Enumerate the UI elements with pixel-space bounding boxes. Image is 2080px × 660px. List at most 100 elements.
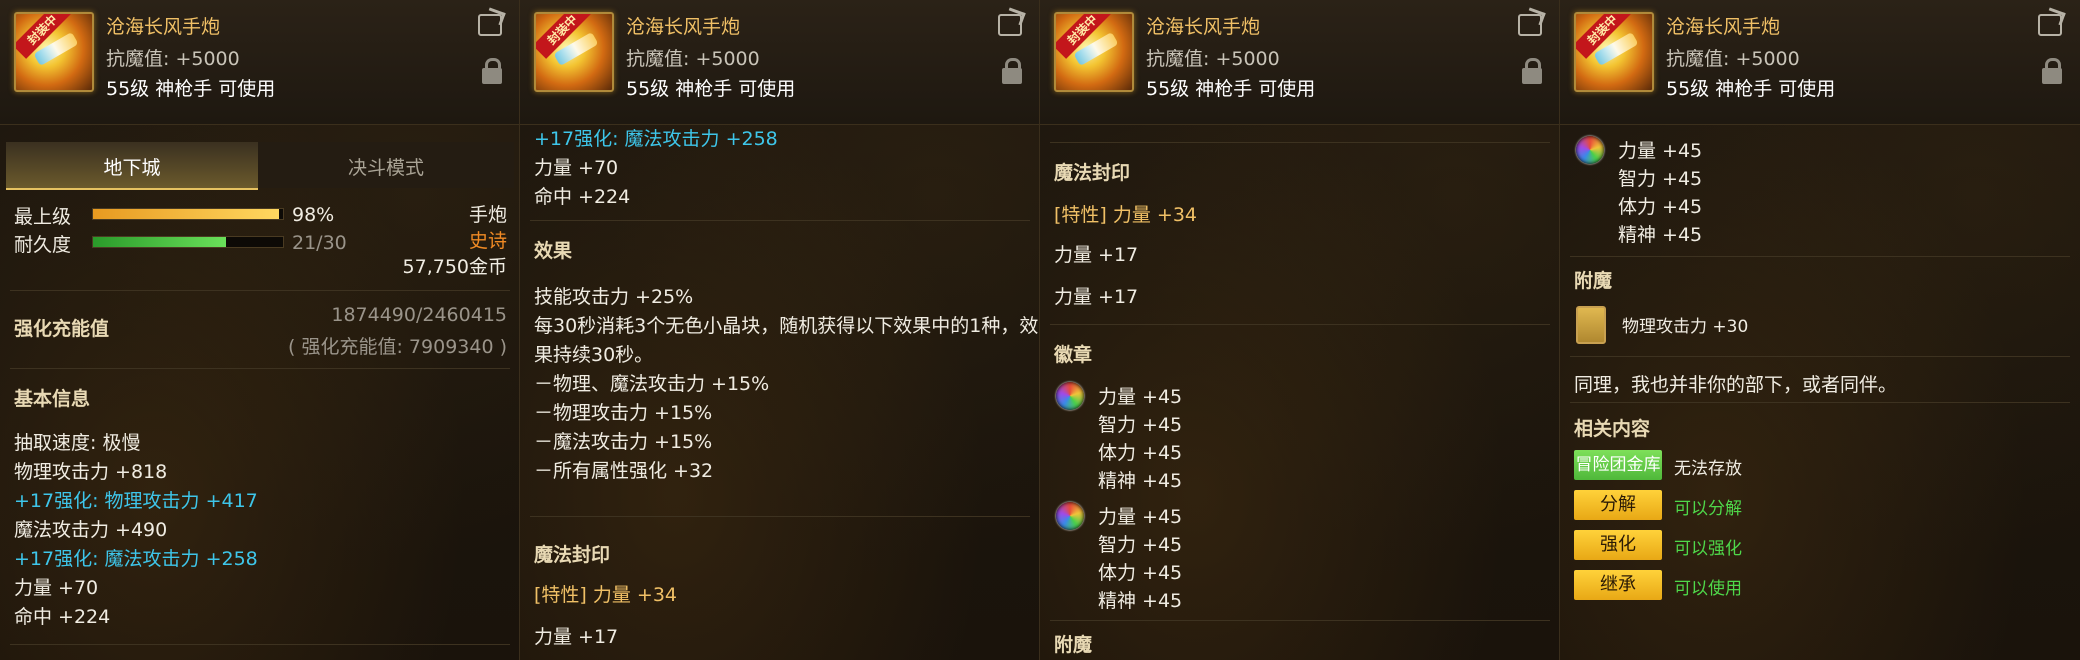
emblem-line: 智力 +45 — [1098, 414, 1183, 436]
enhance-button[interactable]: 强化 — [1574, 530, 1662, 560]
effect-line: 每30秒消耗3个无色小晶块，随机获得以下效果中的1种，效 — [534, 315, 1039, 337]
seal-line: 力量 +17 — [534, 626, 619, 648]
emblem-line: 精神 +45 — [1618, 224, 1703, 246]
emblem-line: 精神 +45 — [1098, 590, 1183, 612]
seal-trait: [特性] 力量 +34 — [534, 584, 678, 606]
tab-pvp[interactable]: 决斗模式 — [258, 142, 514, 188]
emblem-orb-icon — [1576, 136, 1604, 164]
item-requirement: 55级 神枪手 可使用 — [1666, 78, 1836, 100]
item-rarity: 史诗 — [468, 230, 507, 252]
item-name: 沧海长风手炮 — [1666, 16, 1781, 38]
related-status: 可以强化 — [1674, 539, 1742, 559]
item-name: 沧海长风手炮 — [626, 16, 741, 38]
share-icon[interactable] — [998, 14, 1022, 36]
item-header: 封装中 沧海长风手炮 抗魔值: +5000 55级 神枪手 可使用 — [1560, 0, 2080, 125]
grade-value: 98% — [292, 204, 335, 226]
grade-bar — [92, 208, 284, 220]
related-status: 可以使用 — [1674, 579, 1742, 599]
share-icon[interactable] — [2038, 14, 2062, 36]
divider — [530, 516, 1030, 517]
effect-line: 果持续30秒。 — [534, 344, 654, 366]
tab-pvp-label: 决斗模式 — [347, 157, 424, 179]
tooltip-panel-3: 封装中 沧海长风手炮 抗魔值: +5000 55级 神枪手 可使用 魔法封印 [… — [1040, 0, 1560, 660]
disassemble-button[interactable]: 分解 — [1574, 490, 1662, 520]
emblem-line: 力量 +45 — [1098, 506, 1183, 528]
item-icon: 封装中 — [1574, 12, 1654, 92]
emblem-orb-icon — [1056, 502, 1084, 530]
adventure-vault-button[interactable]: 冒险团金库 — [1574, 450, 1662, 480]
item-header: 封装中 沧海长风手炮 抗魔值: +5000 55级 神枪手 可使用 — [520, 0, 1039, 125]
lock-icon[interactable] — [1002, 58, 1022, 84]
stat-line: 命中 +224 — [534, 186, 631, 208]
tooltip-strip: 封装中 沧海长风手炮 抗魔值: +5000 55级 神枪手 可使用 地下城 决斗… — [0, 0, 2080, 660]
tab-dungeon[interactable]: 地下城 — [6, 142, 258, 190]
lock-icon[interactable] — [2042, 58, 2062, 84]
emblem-line: 体力 +45 — [1098, 562, 1183, 584]
durability-label: 耐久度 — [14, 234, 72, 256]
item-type: 手炮 — [468, 204, 507, 226]
emblem-line: 智力 +45 — [1098, 534, 1183, 556]
effect-line: －物理攻击力 +15% — [534, 402, 713, 424]
item-stat: 抗魔值: +5000 — [626, 48, 760, 70]
charge-label: 强化充能值 — [14, 318, 110, 340]
durability-value: 21/30 — [292, 232, 347, 254]
divider — [1570, 356, 2070, 357]
durability-bar — [92, 236, 284, 248]
emblem-line: 体力 +45 — [1618, 196, 1703, 218]
inherit-button[interactable]: 继承 — [1574, 570, 1662, 600]
enchant-line: 物理攻击力 +30 — [1622, 317, 1749, 337]
basic-line: 抽取速度: 极慢 — [14, 432, 141, 454]
lock-icon[interactable] — [482, 58, 502, 84]
durability-bar-fill — [93, 237, 226, 247]
item-header: 封装中 沧海长风手炮 抗魔值: +5000 55级 神枪手 可使用 — [0, 0, 519, 125]
item-price: 57,750金币 — [402, 256, 507, 278]
related-status: 可以分解 — [1674, 499, 1742, 519]
divider — [1050, 324, 1550, 325]
divider — [10, 290, 510, 291]
item-icon: 封装中 — [534, 12, 614, 92]
stat-line: 力量 +70 — [534, 157, 619, 179]
item-requirement: 55级 神枪手 可使用 — [106, 78, 276, 100]
effect-line: －物理、魔法攻击力 +15% — [534, 373, 770, 395]
basic-line: 力量 +70 — [14, 577, 99, 599]
effect-title: 效果 — [534, 240, 573, 262]
related-title: 相关内容 — [1574, 418, 1651, 440]
enchant-title: 附魔 — [1054, 634, 1093, 656]
item-stat: 抗魔值: +5000 — [106, 48, 240, 70]
item-stat: 抗魔值: +5000 — [1666, 48, 1800, 70]
divider — [1570, 256, 2070, 257]
lock-icon[interactable] — [1522, 58, 1542, 84]
related-status: 无法存放 — [1674, 459, 1742, 479]
stat-line: +17强化: 魔法攻击力 +258 — [534, 128, 778, 150]
basic-line: +17强化: 魔法攻击力 +258 — [14, 548, 258, 570]
emblem-line: 智力 +45 — [1618, 168, 1703, 190]
item-name: 沧海长风手炮 — [106, 16, 221, 38]
tooltip-panel-1: 封装中 沧海长风手炮 抗魔值: +5000 55级 神枪手 可使用 地下城 决斗… — [0, 0, 520, 660]
emblem-line: 力量 +45 — [1098, 386, 1183, 408]
basic-line: 物理攻击力 +818 — [14, 461, 168, 483]
share-icon[interactable] — [1518, 14, 1542, 36]
divider — [1050, 142, 1550, 143]
tab-dungeon-label: 地下城 — [103, 157, 161, 179]
item-stat: 抗魔值: +5000 — [1146, 48, 1280, 70]
emblem-line: 体力 +45 — [1098, 442, 1183, 464]
seal-title: 魔法封印 — [1054, 162, 1131, 184]
charge-note: ( 强化充能值: 7909340 ) — [288, 336, 507, 358]
seal-line: 力量 +17 — [1054, 286, 1139, 308]
seal-title: 魔法封印 — [534, 544, 611, 566]
basic-info-title: 基本信息 — [14, 388, 91, 410]
effect-line: －魔法攻击力 +15% — [534, 431, 713, 453]
emblem-title: 徽章 — [1054, 344, 1093, 366]
item-icon: 封装中 — [1054, 12, 1134, 92]
item-header: 封装中 沧海长风手炮 抗魔值: +5000 55级 神枪手 可使用 — [1040, 0, 1559, 125]
effect-line: －所有属性强化 +32 — [534, 460, 714, 482]
enchant-card-icon — [1576, 306, 1606, 344]
charge-value: 1874490/2460415 — [331, 304, 507, 326]
flavor-text: 同理，我也并非你的部下，或者同伴。 — [1574, 374, 1898, 396]
divider — [1570, 402, 2070, 403]
grade-bar-fill — [93, 209, 280, 219]
emblem-line: 精神 +45 — [1098, 470, 1183, 492]
share-icon[interactable] — [478, 14, 502, 36]
item-requirement: 55级 神枪手 可使用 — [626, 78, 796, 100]
item-icon: 封装中 — [14, 12, 94, 92]
